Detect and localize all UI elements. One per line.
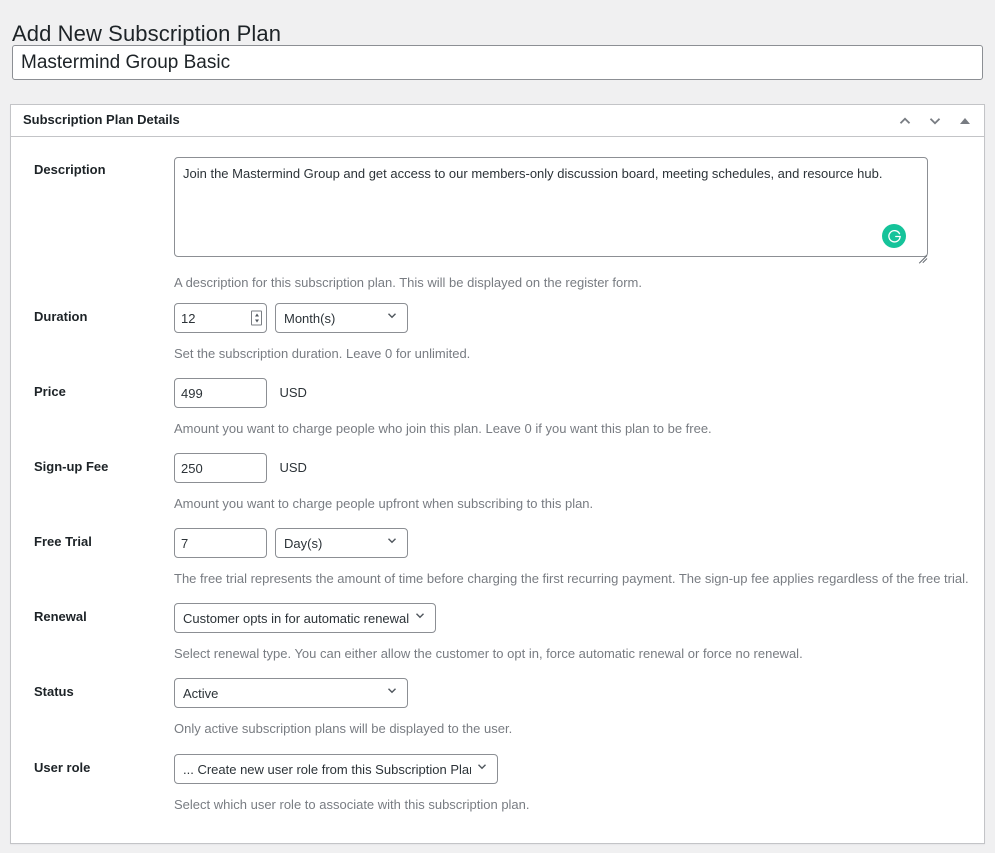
free-trial-field-area: Day(s) The free trial represents the amo… [174,528,969,588]
user-role-label: User role [34,760,91,775]
status-field-area: Active Only active subscription plans wi… [174,678,512,738]
panel-title: Subscription Plan Details [23,112,180,128]
free-trial-unit-select[interactable]: Day(s) [275,528,408,558]
free-trial-number-input[interactable] [174,528,267,558]
duration-help-text: Set the subscription duration. Leave 0 f… [174,346,471,361]
triangle-collapse-icon [960,117,970,124]
admin-page: Add New Subscription Plan Subscription P… [0,0,995,853]
renewal-field-area: Customer opts in for automatic renewal S… [174,603,803,663]
free-trial-controls: Day(s) [174,528,969,558]
price-help-text: Amount you want to charge people who joi… [174,421,712,436]
description-textarea[interactable]: Join the Mastermind Group and get access… [174,157,928,257]
duration-label: Duration [34,309,88,324]
price-field-area: USD Amount you want to charge people who… [174,378,712,438]
signup-fee-controls: USD [174,453,593,483]
signup-fee-label: Sign-up Fee [34,459,109,474]
post-title-input[interactable] [12,45,983,80]
free-trial-help-text: The free trial represents the amount of … [174,571,969,586]
price-label: Price [34,384,66,399]
duration-number-input[interactable] [174,303,267,333]
duration-unit-select-shell: Month(s) [275,303,408,333]
status-help-text: Only active subscription plans will be d… [174,721,513,736]
panel-header-actions [890,105,980,136]
renewal-select-shell: Customer opts in for automatic renewal [174,603,436,633]
free-trial-unit-select-shell: Day(s) [275,528,408,558]
post-title-wrapper [12,45,983,80]
panel-header: Subscription Plan Details [11,105,984,137]
signup-fee-field-area: USD Amount you want to charge people upf… [174,453,593,513]
duration-controls: Month(s) [174,303,470,333]
user-role-field-area: ... Create new user role from this Subsc… [174,754,530,814]
grammarly-g-icon[interactable] [882,224,906,248]
price-currency-label: USD [279,385,307,400]
status-label: Status [34,684,74,699]
move-up-button[interactable] [890,106,920,136]
signup-fee-currency-label: USD [279,460,307,475]
chevron-up-icon [896,112,914,130]
user-role-help-text: Select which user role to associate with… [174,797,530,812]
user-role-select-shell: ... Create new user role from this Subsc… [174,754,498,784]
renewal-label: Renewal [34,609,87,624]
description-field-area: Join the Mastermind Group and get access… [174,157,930,292]
price-controls: USD [174,378,712,408]
price-input[interactable] [174,378,267,408]
renewal-help-text: Select renewal type. You can either allo… [174,646,803,661]
description-label: Description [34,162,106,177]
move-down-button[interactable] [920,106,950,136]
status-select-shell: Active [174,678,408,708]
duration-unit-select[interactable]: Month(s) [275,303,408,333]
duration-field-area: Month(s) Set the subscription duration. … [174,303,470,363]
chevron-down-icon [926,112,944,130]
toggle-panel-button[interactable] [950,106,980,136]
resize-grip-icon[interactable] [915,247,927,259]
signup-fee-input[interactable] [174,453,267,483]
signup-fee-help-text: Amount you want to charge people upfront… [174,496,594,511]
user-role-select[interactable]: ... Create new user role from this Subsc… [174,754,498,784]
subscription-plan-details-panel: Subscription Plan Details Description Jo… [10,104,985,844]
renewal-select[interactable]: Customer opts in for automatic renewal [174,603,436,633]
description-help-text: A description for this subscription plan… [174,275,642,290]
status-select[interactable]: Active [174,678,408,708]
free-trial-label: Free Trial [34,534,92,549]
